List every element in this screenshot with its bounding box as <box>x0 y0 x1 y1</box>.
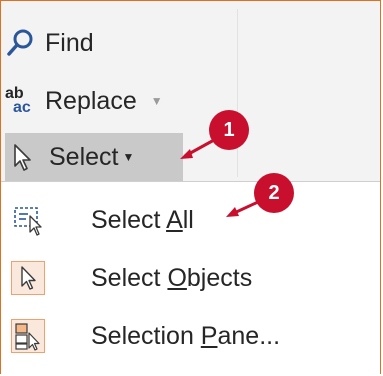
find-label: Find <box>45 28 94 57</box>
menu-item-selection-pane[interactable]: Selection Pane... <box>1 308 380 364</box>
select-button[interactable]: Select ▼ <box>5 133 183 181</box>
select-dropdown-chevron-icon: ▼ <box>122 150 135 164</box>
callout-badge-1: 1 <box>209 110 249 150</box>
select-all-icon <box>11 203 45 237</box>
replace-icon: ab ac <box>5 86 45 116</box>
replace-button[interactable]: ab ac Replace ▼ <box>5 79 163 123</box>
callout-badge-2: 2 <box>254 173 294 213</box>
replace-icon-ac: ac <box>13 99 31 116</box>
find-button[interactable]: Find <box>5 21 94 65</box>
select-label: Select <box>49 142 119 171</box>
menu-item-select-all[interactable]: Select All <box>1 192 380 248</box>
replace-dropdown-chevron-icon[interactable]: ▼ <box>151 94 163 108</box>
ribbon-editing-group: Find ab ac Replace ▼ Select ▼ <box>1 1 380 181</box>
select-objects-label: Select Objects <box>91 263 253 292</box>
selection-pane-icon <box>11 319 45 353</box>
ribbon-divider <box>237 9 238 177</box>
selection-pane-label: Selection Pane... <box>91 321 281 350</box>
cursor-arrow-icon <box>9 142 49 172</box>
replace-label: Replace <box>45 86 137 115</box>
select-dropdown-menu: Select All Select Objects Selection Pane… <box>1 181 380 374</box>
select-all-label: Select All <box>91 205 194 234</box>
menu-item-select-objects[interactable]: Select Objects <box>1 250 380 306</box>
select-objects-icon <box>11 261 45 295</box>
magnifier-icon <box>5 28 45 58</box>
